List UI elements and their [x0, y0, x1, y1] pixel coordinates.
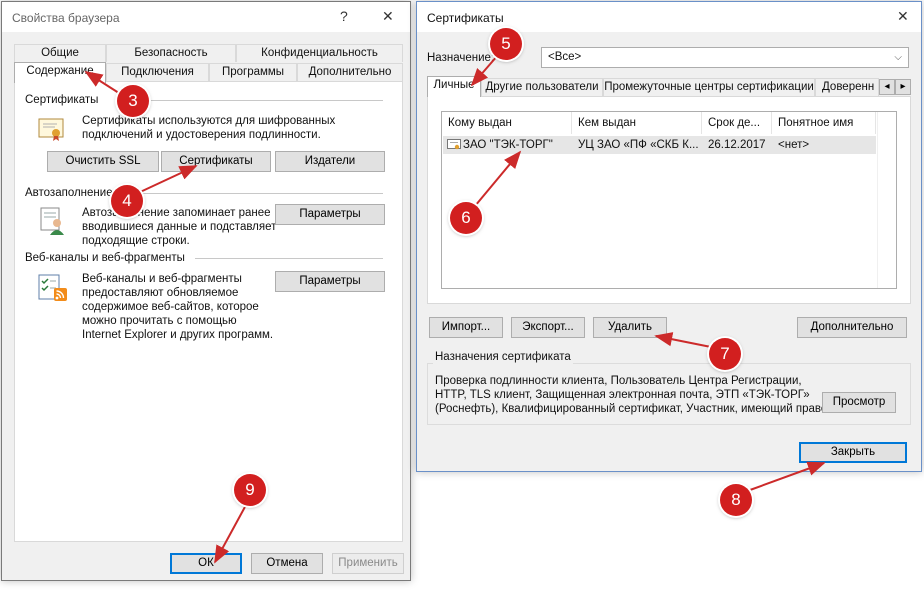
ok-button[interactable]: ОК — [170, 553, 242, 574]
export-button[interactable]: Экспорт... — [511, 317, 585, 338]
certificate-icon — [37, 116, 65, 145]
autocomplete-settings-button[interactable]: Параметры — [275, 204, 385, 225]
feeds-icon — [37, 273, 69, 306]
divider — [117, 193, 383, 194]
column-header-friendly-name[interactable]: Понятное имя — [772, 112, 876, 134]
cell-expires: 26.12.2017 — [708, 139, 766, 151]
autocomplete-description-line: подходящие строки. — [82, 235, 190, 247]
autocomplete-heading: Автозаполнение — [25, 187, 113, 199]
cell-friendly-name: <нет> — [778, 139, 810, 151]
table-row[interactable]: ЗАО "ТЭК-ТОРГ" УЦ ЗАО «ПФ «СКБ К... 26.1… — [443, 136, 876, 154]
tab-general[interactable]: Общие — [14, 44, 106, 62]
tab-intermediate-ca[interactable]: Промежуточные центры сертификации — [603, 78, 815, 96]
tab-privacy[interactable]: Конфиденциальность — [236, 44, 403, 62]
certificate-purposes-line: HTTP, TLS клиент, Защищенная электронная… — [435, 389, 810, 401]
cancel-button[interactable]: Отмена — [251, 553, 323, 574]
certificates-heading: Сертификаты — [25, 94, 99, 106]
personal-tab-panel: Кому выдан Кем выдан Срок де... Понятное… — [427, 96, 911, 304]
remove-button[interactable]: Удалить — [593, 317, 667, 338]
certificate-icon — [447, 139, 461, 154]
marker-4: 4 — [111, 185, 143, 217]
purpose-select[interactable]: <Все> ⌵ — [541, 47, 909, 68]
certificates-description-line: Сертификаты используются для шифрованных — [82, 115, 336, 127]
feeds-heading: Веб-каналы и веб-фрагменты — [25, 252, 185, 264]
window-title: Сертификаты — [427, 11, 504, 25]
autocomplete-description-line: вводившиеся данные и подставляет — [82, 221, 277, 233]
tab-connections[interactable]: Подключения — [106, 63, 209, 81]
advanced-button[interactable]: Дополнительно — [797, 317, 907, 338]
cell-issued-by: УЦ ЗАО «ПФ «СКБ К... — [578, 139, 699, 151]
marker-9: 9 — [234, 474, 266, 506]
tab-other-people[interactable]: Другие пользователи — [481, 78, 603, 96]
autocomplete-icon — [39, 206, 67, 239]
tab-advanced[interactable]: Дополнительно — [297, 63, 403, 81]
window-title: Свойства браузера — [12, 11, 120, 25]
tab-scroll-left-icon[interactable]: ◂ — [879, 79, 895, 95]
tab-trusted[interactable]: Доверенн — [815, 78, 879, 96]
marker-7: 7 — [709, 338, 741, 370]
certificate-purposes-heading: Назначения сертификата — [433, 351, 573, 365]
title-bar: Сертификаты ✕ — [417, 2, 921, 32]
close-icon[interactable]: ✕ — [382, 8, 394, 25]
feeds-description-line: можно прочитать с помощью — [82, 315, 237, 327]
feeds-settings-button[interactable]: Параметры — [275, 271, 385, 292]
tab-scroll-right-icon[interactable]: ▸ — [895, 79, 911, 95]
marker-5: 5 — [490, 28, 522, 60]
certificate-purposes-line: (Роснефть), Квалифицированный сертификат… — [435, 403, 828, 415]
publishers-button[interactable]: Издатели — [275, 151, 385, 172]
autocomplete-description-line: Автозаполнение запоминает ранее — [82, 207, 271, 219]
feeds-description-line: Internet Explorer и других программ. — [82, 329, 274, 341]
column-header-issued-to[interactable]: Кому выдан — [442, 112, 572, 134]
import-button[interactable]: Импорт... — [429, 317, 503, 338]
tab-security[interactable]: Безопасность — [106, 44, 236, 62]
feeds-description-line: содержимое веб-сайтов, которое — [82, 301, 259, 313]
divider — [195, 258, 383, 259]
cell-issued-to: ЗАО "ТЭК-ТОРГ" — [463, 139, 553, 151]
browser-properties-window: Свойства браузера ? ✕ Общие Безопасность… — [1, 1, 411, 581]
feeds-description-line: предоставляют обновляемое — [82, 287, 239, 299]
close-icon[interactable]: ✕ — [897, 8, 909, 25]
certificates-description-line: подключений и удостоверения подлинности. — [82, 129, 321, 141]
marker-8: 8 — [720, 484, 752, 516]
purpose-label: Назначение: — [427, 52, 495, 64]
tab-content[interactable]: Содержание — [14, 62, 106, 83]
marker-3: 3 — [117, 85, 149, 117]
clear-ssl-button[interactable]: Очистить SSL — [47, 151, 159, 172]
chevron-down-icon: ⌵ — [894, 52, 902, 63]
help-icon[interactable]: ? — [340, 8, 348, 24]
column-header-issued-by[interactable]: Кем выдан — [572, 112, 702, 134]
view-button[interactable]: Просмотр — [822, 392, 896, 413]
certificates-dialog: Сертификаты ✕ Назначение: <Все> ⌵ Личные… — [416, 1, 922, 472]
feeds-description-line: Веб-каналы и веб-фрагменты — [82, 273, 242, 285]
tab-programs[interactable]: Программы — [209, 63, 297, 81]
apply-button[interactable]: Применить — [332, 553, 404, 574]
certificate-list[interactable]: Кому выдан Кем выдан Срок де... Понятное… — [441, 111, 897, 289]
marker-6: 6 — [450, 202, 482, 234]
certificates-button[interactable]: Сертификаты — [161, 151, 271, 172]
title-bar: Свойства браузера ? ✕ — [2, 2, 410, 32]
divider — [125, 100, 383, 101]
column-header-expires[interactable]: Срок де... — [702, 112, 772, 134]
tab-personal[interactable]: Личные — [427, 76, 481, 97]
certificate-purposes-line: Проверка подлинности клиента, Пользовате… — [435, 375, 802, 387]
close-button[interactable]: Закрыть — [799, 442, 907, 463]
vertical-scrollbar[interactable] — [877, 112, 896, 288]
content-tab-panel: Сертификаты Сертификаты используются для… — [14, 81, 403, 542]
purpose-select-value: <Все> — [548, 51, 582, 63]
